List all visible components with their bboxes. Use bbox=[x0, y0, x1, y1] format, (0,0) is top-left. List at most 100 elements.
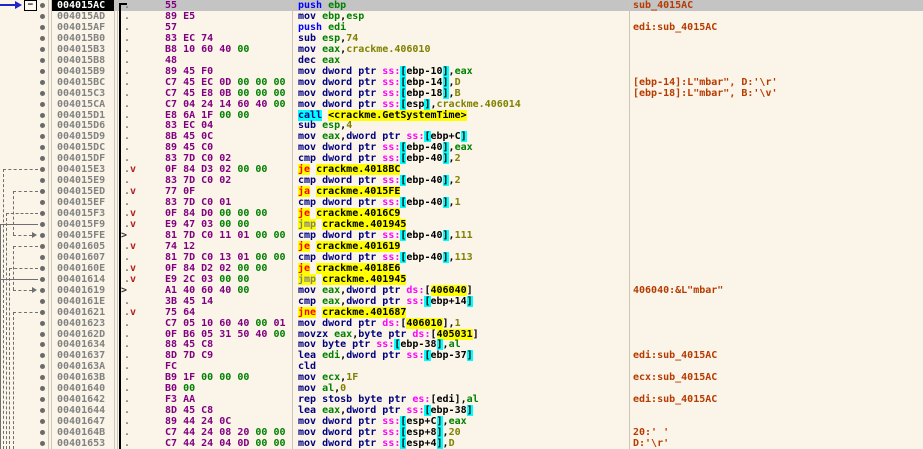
disasm-row[interactable]: 004015F9. v E9 47 03 00 00 jmp crackme.4019… bbox=[0, 219, 923, 230]
disasm-row[interactable]: 004015D6. 83 EC 04 sub esp,4 bbox=[0, 120, 923, 131]
row-marker: . bbox=[124, 427, 131, 439]
disasm-row[interactable]: 004015DC. 89 45 C0 mov dword ptr ss:[ebp-4… bbox=[0, 142, 923, 154]
breakpoint-dot[interactable] bbox=[40, 441, 45, 446]
instruction-cell: mov dword ptr ds:[406010],1 bbox=[298, 317, 461, 329]
breakpoint-dot[interactable] bbox=[40, 342, 45, 348]
disasm-row[interactable]: 0040164B. C7 44 24 08 20 00 00 mov dword p… bbox=[0, 427, 923, 439]
breakpoint-dot[interactable] bbox=[40, 243, 45, 249]
breakpoint-dot[interactable] bbox=[40, 145, 45, 151]
breakpoint-dot[interactable] bbox=[40, 35, 45, 41]
breakpoint-dot[interactable] bbox=[40, 134, 45, 140]
disasm-row[interactable]: 004015EF. 83 7D C0 01 cmp dword ptr ss:[eb… bbox=[0, 197, 923, 209]
disasm-row[interactable]: 004015F3. v 0F 84 D0 00 00 00 je crackme.40… bbox=[0, 208, 923, 220]
function-bracket bbox=[119, 3, 121, 449]
disasm-row[interactable]: 00401653. C7 44 24 04 0D 00 00 mov dword p… bbox=[0, 438, 923, 449]
breakpoint-dot[interactable] bbox=[40, 419, 45, 425]
breakpoint-dot[interactable] bbox=[40, 112, 45, 118]
disasm-row[interactable]: 004015ED. v 77 0F ja crackme.4015FE bbox=[0, 186, 923, 198]
breakpoint-dot[interactable] bbox=[40, 353, 45, 359]
disasm-row[interactable]: 00401623. C7 05 10 60 40 00 01 mov dword p… bbox=[0, 317, 923, 329]
disasm-row[interactable]: 00401614. v E9 2C 03 00 00 jmp crackme.4019… bbox=[0, 273, 923, 285]
disasm-row[interactable]: 004015BC. C7 45 EC 0D 00 00 00 mov dword p… bbox=[0, 76, 923, 88]
bytes-cell: C7 45 EC 0D 00 00 00 bbox=[165, 76, 286, 88]
disasm-row[interactable]: 004015E3. v 0F 84 D3 02 00 00 je crackme.40… bbox=[0, 164, 923, 176]
breakpoint-dot[interactable] bbox=[40, 178, 45, 184]
bytes-cell: C7 45 E8 0B 00 00 00 bbox=[165, 87, 286, 99]
row-marker: . bbox=[124, 405, 131, 417]
disasm-row[interactable]: 0040163B. B9 1F 00 00 00 mov ecx,1F ecx:sub… bbox=[0, 372, 923, 383]
disasm-row[interactable]: 004015FE >81 7D C0 11 01 00 00 cmp dword p… bbox=[0, 229, 923, 241]
bytes-cell: 83 7D C0 01 bbox=[165, 197, 232, 209]
breakpoint-dot[interactable] bbox=[40, 90, 45, 96]
breakpoint-dot[interactable] bbox=[40, 46, 45, 52]
breakpoint-dot[interactable] bbox=[40, 13, 45, 19]
bytes-cell: 89 44 24 0C bbox=[165, 416, 232, 428]
disasm-row[interactable]: 00401607. 81 7D C0 13 01 00 00 cmp dword p… bbox=[0, 251, 923, 263]
breakpoint-dot[interactable] bbox=[40, 287, 45, 293]
breakpoint-dot[interactable] bbox=[40, 211, 45, 217]
breakpoint-dot[interactable] bbox=[40, 364, 45, 370]
breakpoint-dot[interactable] bbox=[40, 3, 45, 8]
breakpoint-dot[interactable] bbox=[40, 386, 45, 392]
breakpoint-dot[interactable] bbox=[40, 232, 45, 238]
disasm-row[interactable]: 004015DF. 83 7D C0 02 cmp dword ptr ss:[eb… bbox=[0, 153, 923, 165]
instruction-cell: push edi bbox=[298, 21, 347, 33]
disasm-row[interactable]: 00401634. 88 45 C8 mov byte ptr ss:[ebp-38… bbox=[0, 339, 923, 351]
disasm-row[interactable]: 0040160E. v 0F 84 D2 02 00 00 je crackme.40… bbox=[0, 262, 923, 274]
breakpoint-dot[interactable] bbox=[40, 200, 45, 206]
disasm-row[interactable]: 00401621. v 75 64 jne crackme.401687 bbox=[0, 306, 923, 318]
disasm-row[interactable]: 0040163A. FC cld bbox=[0, 361, 923, 372]
row-marker: . bbox=[124, 383, 131, 395]
breakpoint-dot[interactable] bbox=[40, 265, 45, 271]
row-marker: . bbox=[124, 109, 131, 121]
disasm-row[interactable]: 004015C3. C7 45 E8 0B 00 00 00 mov dword p… bbox=[0, 87, 923, 99]
bytes-cell: B0 00 bbox=[165, 383, 196, 395]
breakpoint-dot[interactable] bbox=[40, 222, 45, 227]
breakpoint-dot[interactable] bbox=[40, 298, 45, 304]
breakpoint-dot[interactable] bbox=[40, 408, 45, 414]
disasm-row[interactable]: 00401644. 8D 45 C8 lea eax,dword ptr ss:[e… bbox=[0, 405, 923, 417]
breakpoint-dot[interactable] bbox=[40, 156, 45, 162]
breakpoint-dot[interactable] bbox=[40, 397, 45, 403]
disasm-row[interactable]: 00401640. B0 00 mov al,0 bbox=[0, 383, 923, 394]
disasm-row[interactable]: 004015B9. 89 45 F0 mov dword ptr ss:[ebp-1… bbox=[0, 65, 923, 77]
breakpoint-dot[interactable] bbox=[40, 189, 45, 195]
disasm-row[interactable]: 004015B0. 83 EC 74 sub esp,74 bbox=[0, 33, 923, 44]
instruction-cell: mov al,0 bbox=[298, 383, 347, 395]
breakpoint-dot[interactable] bbox=[40, 57, 45, 63]
breakpoint-dot[interactable] bbox=[40, 320, 45, 326]
address-cell: 004015AF bbox=[57, 21, 106, 33]
disasm-row[interactable]: 00401619 > A1 40 60 40 00 mov eax,dword ptr… bbox=[0, 284, 923, 296]
disasm-row[interactable]: 004015B3. B8 10 60 40 00 mov eax,crackme.4… bbox=[0, 44, 923, 55]
disasm-row[interactable]: 004015CA. C7 04 24 14 60 40 00 mov dword p… bbox=[0, 98, 923, 110]
row-marker: . bbox=[124, 76, 131, 88]
address-cell: 00401644 bbox=[57, 405, 106, 417]
breakpoint-dot[interactable] bbox=[40, 309, 45, 315]
breakpoint-dot[interactable] bbox=[40, 101, 45, 107]
breakpoint-dot[interactable] bbox=[40, 24, 45, 30]
breakpoint-dot[interactable] bbox=[40, 254, 45, 260]
breakpoint-dot[interactable] bbox=[40, 276, 45, 282]
instruction-cell: mov byte ptr ss:[ebp-38],al bbox=[298, 339, 461, 351]
breakpoint-dot[interactable] bbox=[40, 375, 45, 381]
disasm-row[interactable]: 004015AD. 89 E5 mov ebp,esp bbox=[0, 11, 923, 22]
breakpoint-dot[interactable] bbox=[40, 167, 45, 173]
disasm-row[interactable]: 00401647. 89 44 24 0C mov dword ptr ss:[es… bbox=[0, 416, 923, 428]
disasm-row[interactable]: 00401637. 8D 7D C9 lea edi,dword ptr ss:[e… bbox=[0, 350, 923, 362]
breakpoint-dot[interactable] bbox=[40, 430, 45, 436]
disasm-row[interactable]: 004015D1. E8 6A 1F 00 00 call <crackme.Get… bbox=[0, 109, 923, 121]
disasm-row[interactable]: 004015B8. 48 dec eax bbox=[0, 55, 923, 66]
disasm-row[interactable]: 004015AF. 57 push edi edi:sub_4015AC bbox=[0, 22, 923, 33]
disasm-row[interactable]: 00401642. F3 AA rep stosb byte ptr es:[edi… bbox=[0, 394, 923, 405]
disasm-row[interactable]: 004015E9. 83 7D C0 02 cmp dword ptr ss:[eb… bbox=[0, 175, 923, 187]
disasm-row[interactable]: 00401605. v 74 12 je crackme.401619 bbox=[0, 240, 923, 252]
breakpoint-dot[interactable] bbox=[40, 123, 45, 129]
breakpoint-dot[interactable] bbox=[40, 79, 45, 85]
disasm-row[interactable]: 0040161E. 3B 45 14 cmp eax,dword ptr ss:[e… bbox=[0, 295, 923, 307]
breakpoint-dot[interactable] bbox=[40, 68, 45, 74]
disasm-row[interactable]: 0040162D. 0F B6 05 31 50 40 00 movzx eax,b… bbox=[0, 328, 923, 340]
row-marker: . bbox=[124, 295, 131, 307]
breakpoint-dot[interactable] bbox=[40, 331, 45, 337]
disasm-row[interactable]: 004015AC. 55 push ebp sub_4015AC bbox=[0, 0, 923, 11]
disasm-row[interactable]: 004015D9. 8B 45 0C mov eax,dword ptr ss:[e… bbox=[0, 131, 923, 143]
